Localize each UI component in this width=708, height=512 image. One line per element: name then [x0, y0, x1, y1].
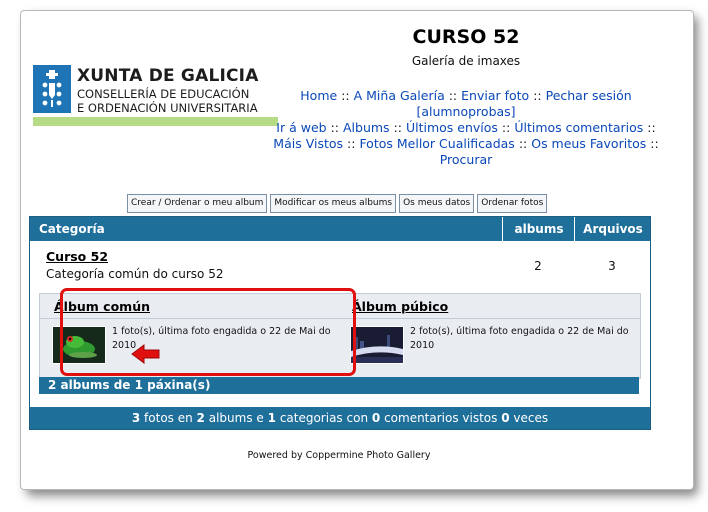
stat-photos: 3	[131, 411, 141, 425]
category-table: Categoría albums Arquivos Curso 52 Categ…	[29, 216, 651, 430]
album-thumbnail-city[interactable]	[350, 326, 404, 364]
nav-go-web[interactable]: Ir á web	[276, 120, 326, 135]
nav-last-uploads[interactable]: Últimos envíos	[406, 120, 498, 135]
powered-by-footer[interactable]: Powered by Coppermine Photo Gallery	[29, 450, 649, 461]
logo-green-bar	[33, 117, 278, 126]
nav-separator: ::	[448, 88, 458, 103]
category-link[interactable]: Curso 52	[46, 249, 108, 264]
table-header: Categoría albums Arquivos	[30, 217, 650, 241]
stat-text: fotos en	[144, 411, 193, 425]
sort-photos-button[interactable]: Ordenar fotos	[477, 194, 548, 213]
red-arrow-icon	[131, 343, 161, 365]
nav-favorites[interactable]: Os meus Favoritos	[531, 136, 646, 151]
header-files: Arquivos	[574, 217, 651, 241]
category-description: Categoría común do curso 52	[46, 267, 224, 281]
logo-line-2: E ORDENACIÓN UNIVERSITARIA	[77, 101, 258, 115]
nav-top-rated[interactable]: Fotos Mellor Cualificadas	[359, 136, 514, 151]
header-category: Categoría	[39, 222, 105, 236]
nav-separator: ::	[518, 136, 528, 151]
album-thumbnail-frog[interactable]	[52, 326, 106, 364]
stat-text: veces	[513, 411, 549, 425]
nav-search[interactable]: Procurar	[440, 152, 493, 167]
album-list: Álbum común Álbum púbico 1 foto(s), últi…	[39, 293, 641, 379]
album-pagination: 2 albums de 1 páxina(s)	[39, 377, 639, 394]
my-data-button[interactable]: Os meus datos	[399, 194, 475, 213]
stat-categories: 1	[267, 411, 276, 425]
nav-separator: ::	[341, 88, 350, 103]
create-album-button[interactable]: Crear / Ordenar o meu album	[127, 194, 268, 213]
nav-separator: ::	[647, 120, 656, 135]
nav-upload[interactable]: Enviar foto	[461, 88, 529, 103]
nav-my-gallery[interactable]: A Miña Galería	[354, 88, 445, 103]
stat-text: comentarios vistos	[384, 411, 498, 425]
xunta-logo: XUNTA DE GALICIA CONSELLERÍA DE EDUCACIÓ…	[33, 65, 278, 127]
stat-text: categorias con	[279, 411, 369, 425]
top-nav: Home :: A Miña Galería :: Enviar foto ::…	[266, 88, 666, 120]
page-title: CURSO 52	[412, 26, 520, 48]
modify-albums-button[interactable]: Modificar os meus albums	[270, 194, 397, 213]
nav-separator: ::	[650, 136, 659, 151]
nav-separator: ::	[330, 120, 339, 135]
nav-separator: ::	[501, 120, 511, 135]
header-albums: albums	[502, 217, 575, 241]
nav-separator: ::	[347, 136, 356, 151]
nav-home[interactable]: Home	[300, 88, 337, 103]
nav-albums[interactable]: Albums	[343, 120, 390, 135]
gallery-stats: 3 fotos en 2 albums e 1 categorias con 0…	[30, 407, 650, 429]
logo-line-1: CONSELLERÍA DE EDUCACIÓN	[77, 87, 250, 101]
album-title-link[interactable]: Álbum púbico	[352, 299, 448, 314]
album-info: 2 foto(s), última foto engadida o 22 de …	[410, 326, 629, 351]
album-divider	[40, 318, 640, 319]
nav-most-viewed[interactable]: Máis Vistos	[273, 136, 343, 151]
page-subtitle: Galería de imaxes	[411, 54, 521, 68]
sub-nav: Ir á web :: Albums :: Últimos envíos :: …	[266, 120, 666, 168]
nav-separator: ::	[533, 88, 542, 103]
category-album-count: 2	[534, 259, 542, 273]
category-file-count: 3	[608, 259, 616, 273]
stat-views: 0	[501, 411, 510, 425]
user-toolbar: Crear / Ordenar o meu album Modificar os…	[127, 194, 548, 213]
logo-title: XUNTA DE GALICIA	[77, 66, 259, 86]
nav-separator: ::	[393, 120, 402, 135]
nav-last-comments[interactable]: Últimos comentarios	[514, 120, 643, 135]
album-title-link[interactable]: Álbum común	[54, 299, 150, 314]
xunta-emblem-icon	[33, 65, 71, 113]
stat-text: albums e	[208, 411, 264, 425]
stat-albums: 2	[196, 411, 205, 425]
stat-comments: 0	[371, 411, 381, 425]
